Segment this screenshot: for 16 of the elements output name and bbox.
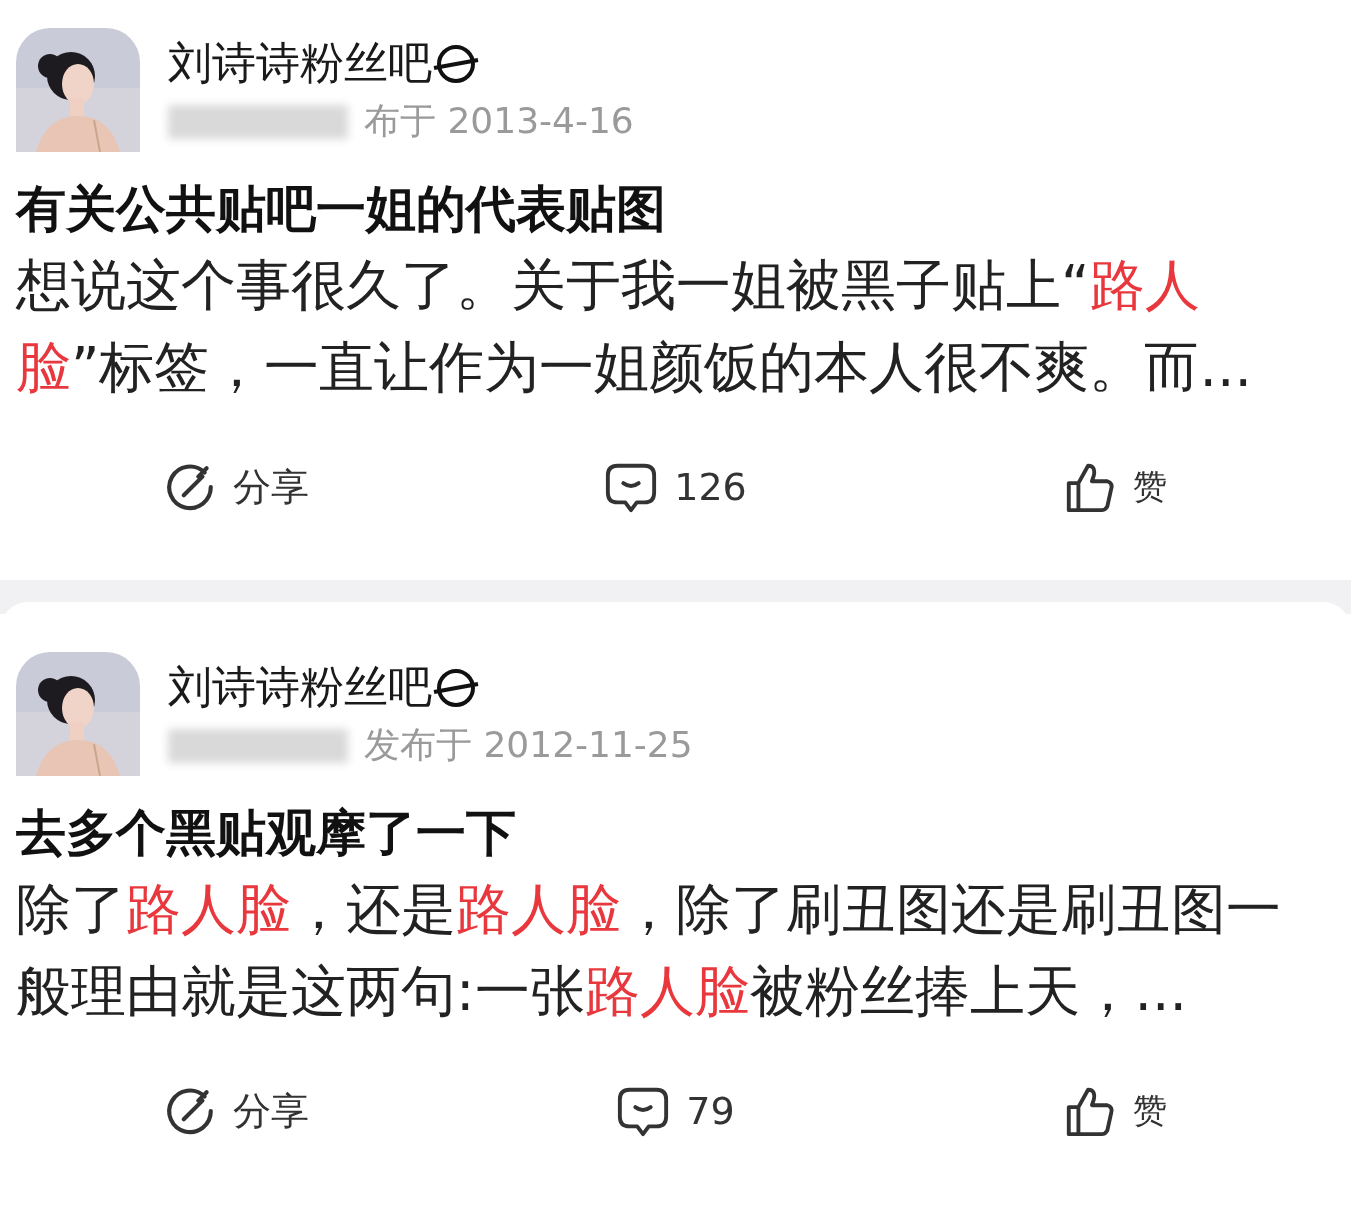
like-button[interactable]: 赞 (895, 1084, 1335, 1138)
forum-name[interactable]: 刘诗诗粉丝吧 (168, 34, 432, 93)
like-button[interactable]: 赞 (895, 460, 1335, 514)
post-excerpt: 想说这个事很久了。关于我一姐被黑子贴上“路人脸”标签，一直让作为一姐颜饭的本人很不爽。而... (16, 252, 1253, 401)
post-title[interactable]: 有关公共贴吧一姐的代表贴图 (16, 174, 1335, 244)
post-excerpt: 除了路人脸，还是路人脸，除了刷丑图还是刷丑图一般理由就是这两句:一张路人脸被粉丝捧上天，... (16, 876, 1282, 1025)
share-button[interactable]: 分享 (16, 460, 456, 514)
share-button[interactable]: 分享 (16, 1084, 456, 1138)
comment-button[interactable]: 79 (455, 1084, 896, 1138)
post-title[interactable]: 去多个黑贴观摩了一下 (16, 798, 1335, 868)
comment-button[interactable]: 126 (455, 460, 896, 514)
verified-icon (432, 43, 480, 84)
forum-name[interactable]: 刘诗诗粉丝吧 (168, 658, 432, 717)
post-date: 布于 2013-4-16 (364, 99, 634, 143)
verified-icon (432, 667, 480, 708)
post-date: 发布于 2012-11-25 (364, 723, 693, 767)
